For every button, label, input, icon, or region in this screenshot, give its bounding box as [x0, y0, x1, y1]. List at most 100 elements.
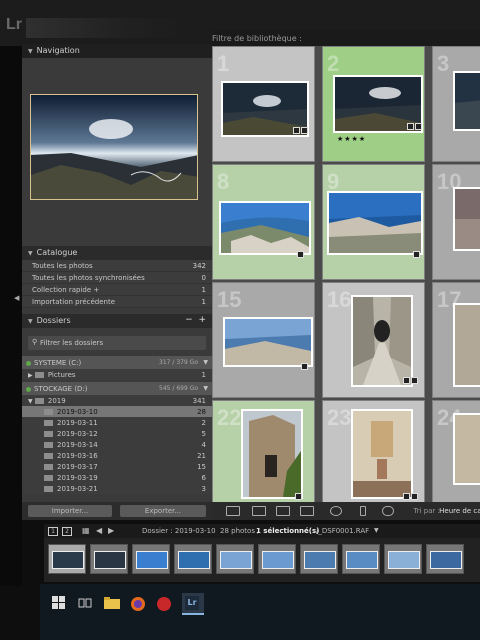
grid-cell[interactable]: 22 — [212, 400, 315, 502]
folder-day[interactable]: 2019-03-16 21 — [22, 450, 212, 461]
grid-cell[interactable]: 16 — [322, 282, 425, 398]
windows-start-icon[interactable] — [52, 596, 68, 612]
folders-panel: ▼ Dossiers − + ⚲ Filtrer les dossiers SYS… — [22, 314, 212, 494]
grid-mode-icon[interactable]: ▦ — [82, 526, 90, 535]
filename-dropdown-icon[interactable]: ▼ — [374, 527, 379, 534]
folder-day[interactable]: 2019-03-14 4 — [22, 439, 212, 450]
expanded-triangle-icon[interactable]: ▼ — [28, 398, 33, 405]
filmstrip-thumb[interactable] — [426, 544, 464, 574]
edit-badge-icon — [297, 251, 304, 258]
grid-cell[interactable]: 9 — [322, 164, 425, 280]
volume-menu-icon[interactable]: ▼ — [203, 359, 208, 366]
filmstrip-thumb[interactable] — [132, 544, 170, 574]
folder-filter-input[interactable]: ⚲ Filtrer les dossiers — [28, 336, 206, 350]
photo-thumbnail[interactable] — [351, 295, 413, 387]
file-explorer-icon[interactable] — [104, 596, 120, 612]
add-folder-button[interactable]: + — [198, 315, 206, 325]
folder-day[interactable]: 2019-03-19 6 — [22, 472, 212, 483]
catalog-item-quick-collection[interactable]: Collection rapide + 1 — [22, 284, 212, 296]
filmstrip-thumb[interactable] — [342, 544, 380, 574]
volume-storage[interactable]: STOCKAGE (D:) 545 / 699 Go ▼ — [22, 382, 212, 395]
import-button[interactable]: Importer... — [28, 505, 112, 517]
collapsed-triangle-icon[interactable]: ▶ — [28, 372, 33, 379]
grid-view-icon[interactable] — [226, 506, 240, 516]
edit-badge-icon — [415, 123, 422, 130]
filmstrip-thumb[interactable] — [300, 544, 338, 574]
filmstrip-thumb[interactable] — [384, 544, 422, 574]
app-red-icon[interactable] — [156, 596, 172, 612]
photo-thumbnail[interactable] — [453, 413, 480, 485]
filmstrip-image — [52, 551, 84, 569]
back-arrow-icon[interactable]: ◀ — [96, 526, 102, 535]
filmstrip-image — [178, 551, 210, 569]
folders-header[interactable]: ▼ Dossiers − + — [22, 314, 212, 328]
cell-index: 2 — [327, 51, 340, 76]
sort-direction-icon[interactable] — [382, 506, 394, 516]
grid-cell[interactable]: 17 — [432, 282, 480, 398]
main-window-button[interactable]: 1 — [48, 527, 58, 536]
rating-stars[interactable]: ★★★★ — [337, 135, 366, 143]
volume-status-icon — [26, 360, 31, 366]
filmstrip-thumb-selected[interactable] — [48, 544, 86, 574]
filmstrip-thumb[interactable] — [174, 544, 212, 574]
volume-menu-icon[interactable]: ▼ — [203, 385, 208, 392]
folder-count: 21 — [197, 452, 206, 460]
navigator-preview[interactable] — [30, 94, 198, 200]
second-window-button[interactable]: 2 — [62, 527, 72, 536]
photo-thumbnail[interactable] — [241, 409, 303, 499]
photo-thumbnail[interactable] — [453, 303, 480, 387]
navigator-header[interactable]: ▼ Navigation — [22, 44, 212, 58]
folder-day-selected[interactable]: 2019-03-10 28 — [22, 406, 212, 417]
export-button[interactable]: Exporter... — [120, 505, 206, 517]
filmstrip-thumb[interactable] — [216, 544, 254, 574]
folder-2019[interactable]: ▼ 2019 341 — [22, 395, 212, 406]
filmstrip-source[interactable]: Dossier : 2019-03-10 — [142, 527, 216, 535]
grid-cell[interactable]: 8 — [212, 164, 315, 280]
lightroom-taskbar-icon[interactable]: Lr — [182, 593, 204, 615]
grid-cell[interactable]: 15 — [212, 282, 315, 398]
grid-cell[interactable]: 10 — [432, 164, 480, 280]
cell-index: 1 — [217, 51, 230, 76]
photo-thumbnail[interactable] — [453, 71, 480, 131]
filmstrip-filename[interactable]: /_DSF0001.RAF — [316, 527, 369, 535]
folder-day[interactable]: 2019-03-11 2 — [22, 417, 212, 428]
firefox-icon[interactable] — [130, 596, 146, 612]
forward-arrow-icon[interactable]: ▶ — [108, 526, 114, 535]
grid-cell[interactable]: 23 — [322, 400, 425, 502]
folder-day[interactable]: 2019-03-12 5 — [22, 428, 212, 439]
folder-icon — [34, 372, 44, 378]
folder-day[interactable]: 2019-03-17 15 — [22, 461, 212, 472]
folder-day[interactable]: 2019-03-21 3 — [22, 483, 212, 494]
filmstrip-thumb[interactable] — [258, 544, 296, 574]
filmstrip-image — [220, 551, 252, 569]
catalog-item-previous-import[interactable]: Importation précédente 1 — [22, 296, 212, 308]
catalog-item-synced[interactable]: Toutes les photos synchronisées 0 — [22, 272, 212, 284]
filmstrip-thumb[interactable] — [90, 544, 128, 574]
collapse-left-panel-icon[interactable]: ◀ — [14, 294, 19, 302]
loupe-view-icon[interactable] — [252, 506, 266, 516]
survey-view-icon[interactable] — [300, 506, 314, 516]
photo-thumbnail[interactable] — [223, 317, 313, 367]
folders-title: Dossiers — [36, 316, 71, 325]
folder-pictures[interactable]: ▶ Pictures 1 — [22, 369, 212, 380]
photo-thumbnail[interactable] — [351, 409, 413, 499]
edit-badge-icon — [413, 251, 420, 258]
people-view-icon[interactable] — [330, 506, 342, 516]
catalog-header[interactable]: ▼ Catalogue — [22, 246, 212, 260]
spray-can-icon[interactable] — [360, 506, 366, 516]
volume-system[interactable]: SYSTEME (C:) 317 / 379 Go ▼ — [22, 356, 212, 369]
grid-cell[interactable]: 3 — [432, 46, 480, 162]
remove-folder-button[interactable]: − — [185, 315, 193, 325]
compare-view-icon[interactable] — [276, 506, 290, 516]
grid-cell[interactable]: 1 — [212, 46, 315, 162]
grid-cell[interactable]: 24 — [432, 400, 480, 502]
photo-thumbnail[interactable] — [219, 201, 311, 255]
sort-dropdown[interactable]: Heure de cap — [439, 507, 480, 515]
grid-cell-selected[interactable]: 2 ★★★★ — [322, 46, 425, 162]
thumbnail-image — [353, 411, 411, 497]
photo-thumbnail[interactable] — [453, 187, 480, 251]
task-view-icon[interactable] — [78, 596, 94, 612]
catalog-item-all-photos[interactable]: Toutes les photos 342 — [22, 260, 212, 272]
library-filter-label[interactable]: Filtre de bibliothèque : — [212, 34, 302, 43]
photo-thumbnail[interactable] — [327, 191, 423, 255]
